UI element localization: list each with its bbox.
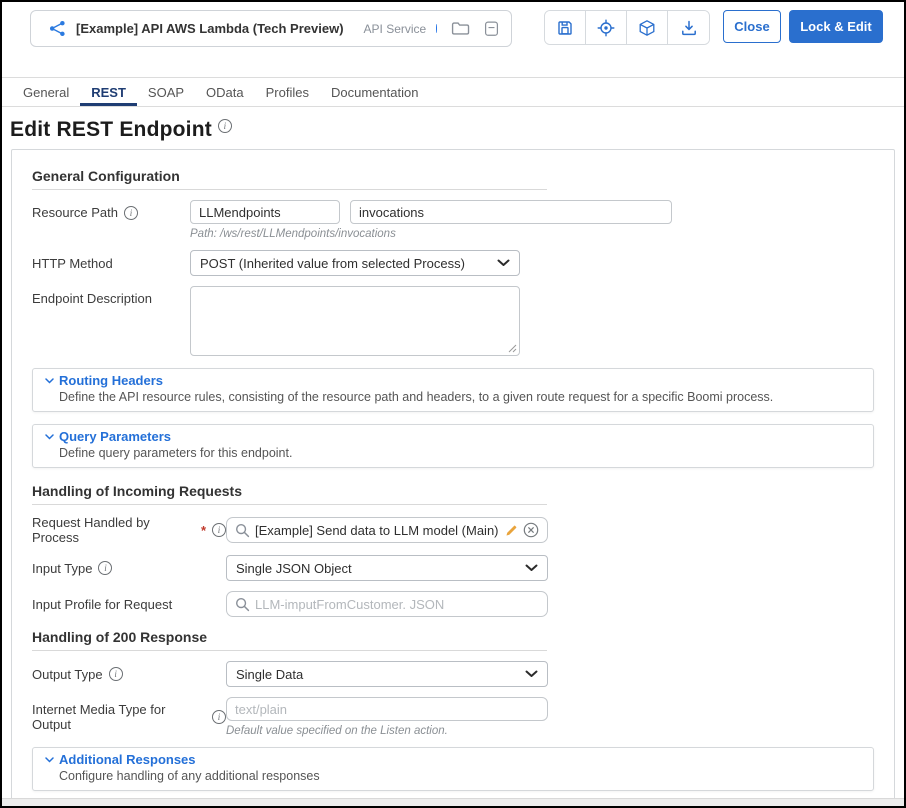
chevron-down-icon (45, 434, 54, 440)
download-icon (680, 19, 698, 37)
http-method-row: HTTP Method POST (Inherited value from s… (32, 250, 874, 276)
routing-headers-description: Define the API resource rules, consistin… (59, 390, 774, 404)
additional-responses-box: Additional Responses Configure handling … (32, 747, 874, 791)
resource-path-row: Resource Path Path: /ws/rest/LLMendpoint… (32, 200, 874, 240)
resource-path-hint: Path: /ws/rest/LLMendpoints/invocations (190, 228, 396, 240)
bottom-panel-edge (2, 798, 904, 806)
input-type-value: Single JSON Object (236, 560, 352, 576)
tabbar: General REST SOAP OData Profiles Documen… (2, 77, 904, 107)
required-mark: * (200, 522, 206, 538)
output-type-label: Output Type (32, 666, 103, 682)
input-type-row: Input Type Single JSON Object (32, 555, 874, 581)
query-parameters-toggle[interactable]: Query Parameters (45, 429, 861, 445)
tab-rest[interactable]: REST (80, 78, 137, 106)
media-type-hint: Default value specified on the Listen ac… (226, 725, 448, 737)
clipboard-icon[interactable] (484, 20, 499, 37)
resource-path-input-1[interactable] (190, 200, 340, 224)
header-toolbar (544, 10, 710, 45)
endpoint-description-textarea[interactable] (191, 287, 519, 355)
output-type-value: Single Data (236, 666, 304, 682)
component-title: [Example] API AWS Lambda (Tech Preview) (76, 21, 344, 36)
process-value-input[interactable] (255, 522, 500, 538)
routing-headers-toggle[interactable]: Routing Headers (45, 373, 861, 389)
tab-soap[interactable]: SOAP (137, 78, 195, 106)
routing-headers-box: Routing Headers Define the API resource … (32, 368, 874, 412)
edit-rest-endpoint-panel: General Configuration Resource Path Path… (11, 149, 895, 806)
toolbar-download-button[interactable] (668, 11, 709, 44)
resource-path-label: Resource Path (32, 205, 118, 220)
chevron-down-icon (525, 564, 538, 572)
tab-profiles[interactable]: Profiles (255, 78, 320, 106)
additional-responses-title: Additional Responses (59, 752, 196, 767)
input-profile-input[interactable] (255, 596, 539, 612)
output-type-info-icon[interactable] (108, 667, 123, 681)
search-icon (235, 523, 250, 538)
lock-and-edit-button[interactable]: Lock & Edit (789, 10, 883, 43)
media-type-label: Internet Media Type for Output (32, 702, 166, 732)
page-title: Edit REST Endpoint (10, 118, 212, 141)
input-profile-row: Input Profile for Request (32, 591, 874, 617)
http-method-select[interactable]: POST (Inherited value from selected Proc… (190, 250, 520, 276)
api-share-icon (49, 20, 66, 37)
process-row: Request Handled by Process * (32, 515, 874, 545)
routing-headers-title: Routing Headers (59, 373, 164, 388)
component-type-label: API Service (363, 21, 427, 36)
folder-icon[interactable] (451, 21, 470, 36)
resize-handle[interactable] (508, 344, 517, 353)
input-type-select[interactable]: Single JSON Object (226, 555, 548, 581)
tab-general[interactable]: General (12, 78, 80, 106)
save-icon (556, 19, 574, 37)
input-type-label: Input Type (32, 560, 93, 576)
http-method-label: HTTP Method (32, 255, 113, 271)
page-title-info-icon[interactable] (217, 119, 232, 133)
target-icon (597, 19, 615, 37)
toolbar-package-button[interactable] (627, 11, 668, 44)
process-label: Request Handled by Process (32, 515, 150, 545)
tab-documentation[interactable]: Documentation (320, 78, 429, 106)
media-type-row: Internet Media Type for Output Default v… (32, 697, 874, 737)
package-icon (638, 19, 656, 37)
component-card: [Example] API AWS Lambda (Tech Preview) … (30, 10, 512, 47)
output-type-select[interactable]: Single Data (226, 661, 548, 687)
tab-odata[interactable]: OData (195, 78, 255, 106)
remove-circle-icon[interactable] (523, 522, 539, 538)
chevron-down-icon (497, 259, 510, 267)
query-parameters-title: Query Parameters (59, 429, 172, 444)
query-parameters-box: Query Parameters Define query parameters… (32, 424, 874, 468)
endpoint-description-label: Endpoint Description (32, 291, 152, 306)
media-type-info-icon[interactable] (212, 710, 226, 724)
resource-path-info-icon[interactable] (124, 205, 138, 220)
close-button[interactable]: Close (723, 10, 781, 43)
process-info-icon[interactable] (212, 523, 226, 537)
input-profile-picker[interactable] (226, 591, 548, 617)
query-parameters-description: Define query parameters for this endpoin… (59, 446, 293, 460)
chevron-down-icon (525, 670, 538, 678)
chevron-down-icon (45, 757, 54, 763)
http-method-value: POST (Inherited value from selected Proc… (200, 255, 465, 271)
toolbar-test-button[interactable] (586, 11, 627, 44)
section-general-configuration: General Configuration (32, 168, 547, 190)
toolbar-save-button[interactable] (545, 11, 586, 44)
process-picker[interactable] (226, 517, 548, 543)
search-icon (235, 597, 250, 612)
additional-responses-description: Configure handling of any additional res… (59, 769, 320, 783)
resource-path-input-2[interactable] (350, 200, 672, 224)
chevron-down-icon (45, 378, 54, 384)
section-incoming-requests: Handling of Incoming Requests (32, 483, 547, 505)
additional-responses-toggle[interactable]: Additional Responses (45, 752, 861, 768)
endpoint-description-row: Endpoint Description (32, 286, 874, 356)
edit-pencil-icon[interactable] (505, 524, 518, 537)
media-type-input[interactable] (226, 697, 548, 721)
output-type-row: Output Type Single Data (32, 661, 874, 687)
input-type-info-icon[interactable] (98, 561, 113, 575)
app-window: [Example] API AWS Lambda (Tech Preview) … (0, 0, 906, 808)
info-dot-icon[interactable] (436, 24, 437, 33)
input-profile-label: Input Profile for Request (32, 596, 173, 612)
header: [Example] API AWS Lambda (Tech Preview) … (2, 2, 904, 62)
section-200-response: Handling of 200 Response (32, 629, 547, 651)
